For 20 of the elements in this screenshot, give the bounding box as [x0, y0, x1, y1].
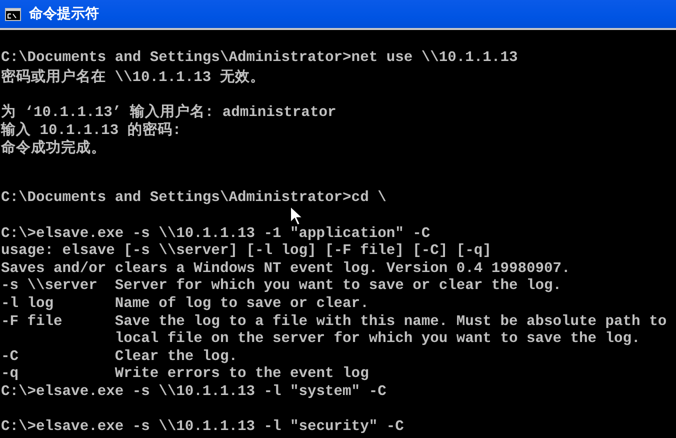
console-line: -s \\server Server for which you want to save or clear the log. — [1, 278, 562, 296]
console-line: usage: elsave [-s \\server] [-l log] [-F file] [-C] [-q] — [1, 243, 492, 261]
console-line: 输入 10.1.1.13 的密码: — [1, 120, 182, 138]
console-line: local file on the server for which you want to save the log. — [114, 331, 642, 349]
console-line: 命令成功完成。 — [1, 138, 107, 156]
command-prompt-icon — [5, 8, 21, 20]
console-line: -F file Save the log to a file with this name. Must be absolute path to — [1, 314, 668, 331]
console-line: -q Write errors to the event log — [1, 366, 370, 384]
console-line: 密码或用户名在 \\10.1.1.13 无效。 — [1, 68, 266, 85]
console-line: C:\Documents and Settings\Administrator>net use \\10.1.1.13 — [1, 50, 519, 68]
console-line: C:\>elsave.exe -s \\10.1.1.13 -l "system" -C — [1, 384, 388, 402]
console-line: C:\>elsave.exe -s \\10.1.1.13 -1 "application" -C — [1, 226, 432, 243]
window-title: 命令提示符 — [29, 5, 99, 23]
console-line: -C Clear the log. — [1, 348, 238, 366]
mouse-pointer-icon — [290, 206, 302, 226]
console-line: C:\Documents and Settings\Administrator>cd \ — [1, 190, 388, 208]
console-line: C:\>elsave.exe -s \\10.1.1.13 -l "security" -C — [1, 419, 405, 437]
console-line: -l log Name of log to save or clear. — [1, 296, 370, 314]
console-line: Saves and/or clears a Windows NT event log. Version 0.4 19980907. — [1, 260, 572, 278]
console-line: 为 ‘10.1.1.13’ 输入用户名: administrator — [1, 102, 338, 120]
